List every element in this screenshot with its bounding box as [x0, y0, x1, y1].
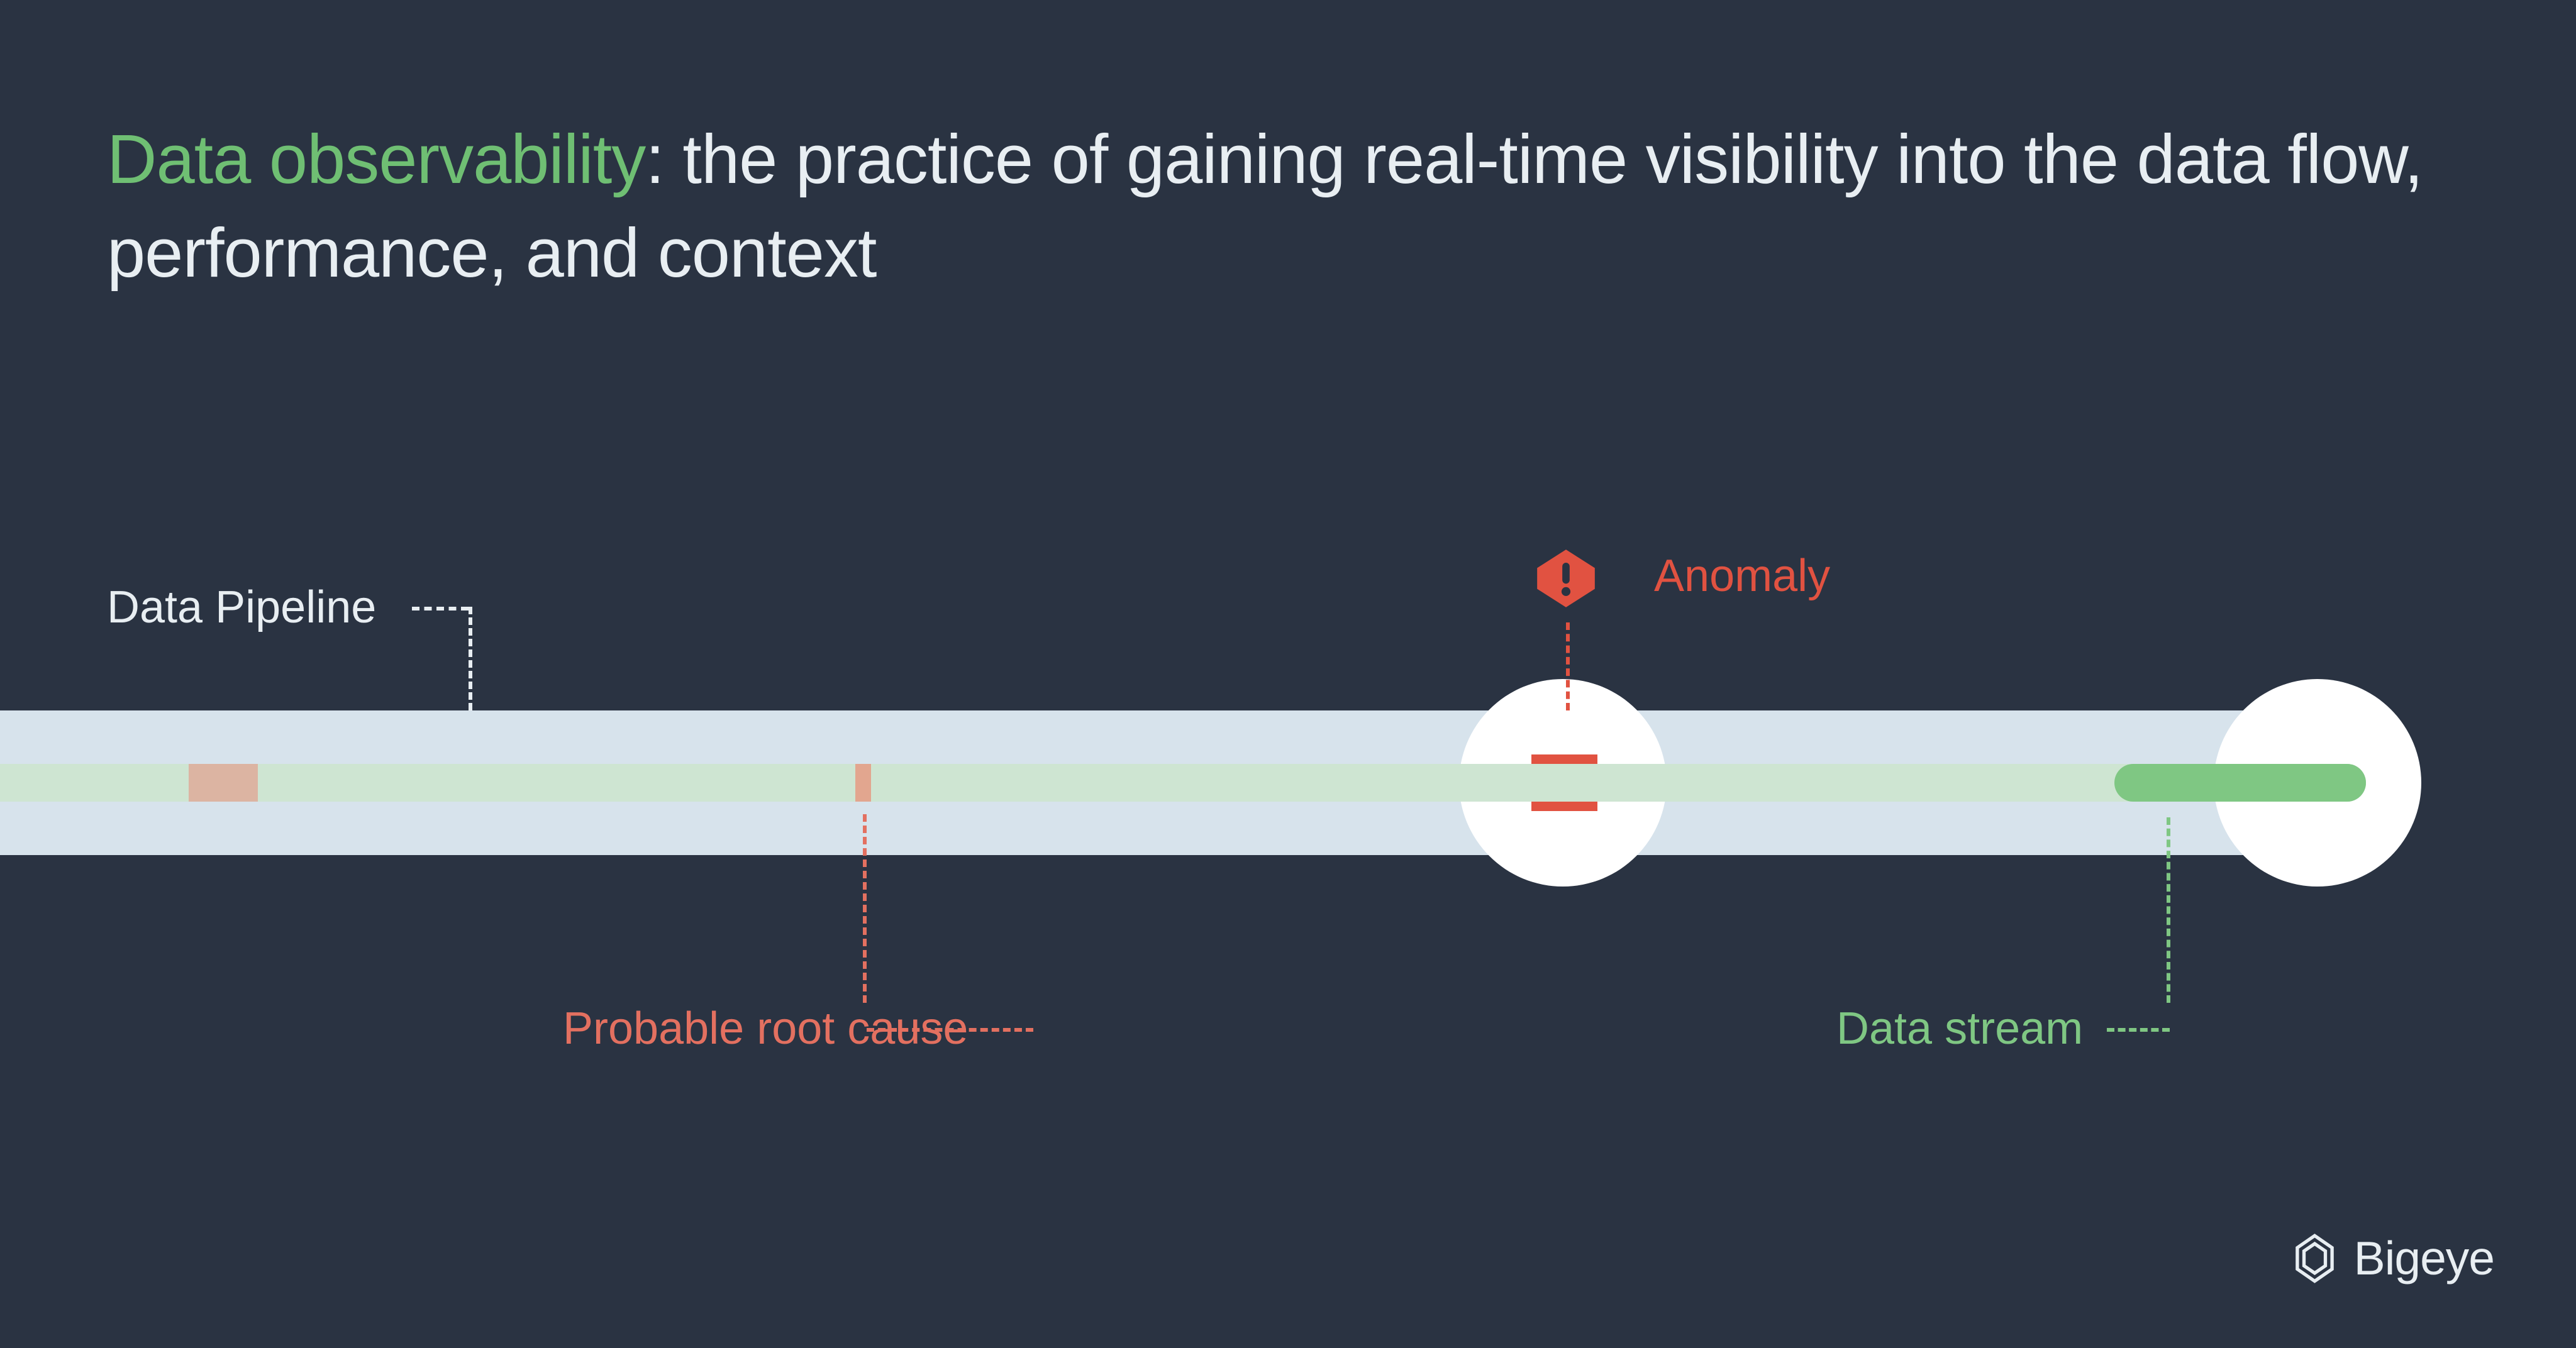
- connector-stream-h: [2107, 1028, 2170, 1032]
- label-anomaly: Anomaly: [1654, 550, 1830, 602]
- connector-pipeline-v: [469, 607, 472, 710]
- brand-logo: Bigeye: [2288, 1231, 2494, 1285]
- brand-logo-icon: [2288, 1232, 2341, 1285]
- data-stream-tail: [2114, 764, 2366, 802]
- headline-accent: Data observability: [107, 121, 645, 198]
- stream-event-root-cause: [855, 764, 871, 802]
- data-stream-band: [0, 764, 2366, 802]
- connector-stream-v: [2167, 817, 2170, 1003]
- label-root-cause: Probable root cause: [563, 1003, 968, 1054]
- brand-name: Bigeye: [2354, 1231, 2494, 1285]
- connector-pipeline-h: [412, 607, 469, 610]
- headline: Data observability: the practice of gain…: [107, 113, 2576, 300]
- connector-anomaly-v: [1566, 622, 1570, 710]
- connector-root-v: [863, 814, 867, 1003]
- stream-event-1: [189, 764, 258, 802]
- pipeline-tube: [0, 710, 2409, 855]
- warning-icon: [1535, 547, 1597, 610]
- label-data-pipeline: Data Pipeline: [107, 582, 376, 633]
- label-data-stream: Data stream: [1836, 1003, 2083, 1054]
